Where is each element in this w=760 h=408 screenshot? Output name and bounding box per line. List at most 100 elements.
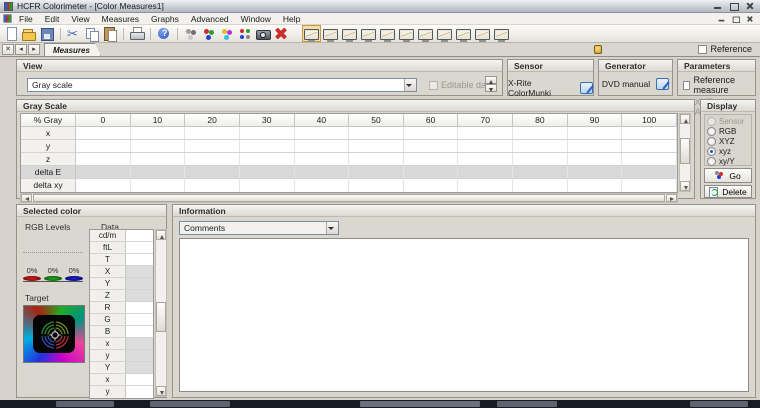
reference-checkbox[interactable] bbox=[698, 44, 708, 54]
grid-cell[interactable] bbox=[403, 153, 459, 165]
gray-scale-vscrollbar[interactable] bbox=[679, 113, 691, 192]
grid-cell[interactable] bbox=[567, 166, 623, 178]
gray-scale-hscrollbar[interactable] bbox=[20, 193, 678, 203]
mdi-close-button[interactable] bbox=[746, 15, 753, 21]
grid-cell[interactable] bbox=[622, 179, 677, 192]
grid-cell[interactable] bbox=[349, 127, 404, 139]
menu-item[interactable]: Measures bbox=[96, 14, 145, 24]
parameter-checkbox[interactable] bbox=[683, 80, 691, 90]
measure-grayscale-button[interactable] bbox=[177, 25, 200, 42]
tab-close-button[interactable]: ✕ bbox=[2, 44, 14, 55]
grid-cell[interactable] bbox=[294, 166, 350, 178]
grid-cell[interactable] bbox=[294, 127, 350, 139]
generator-configure-button[interactable] bbox=[656, 78, 670, 90]
grid-cell[interactable] bbox=[294, 140, 350, 152]
measure-primaries-button[interactable] bbox=[200, 25, 218, 42]
view-dropdown[interactable]: Gray scale bbox=[27, 78, 417, 92]
luminance-view-button[interactable] bbox=[340, 25, 359, 42]
grid-cell[interactable] bbox=[622, 127, 677, 139]
tab-measures[interactable]: Measures bbox=[44, 43, 101, 56]
cie-view-button[interactable] bbox=[397, 25, 416, 42]
satshift-view-button[interactable] bbox=[454, 25, 473, 42]
save-button[interactable] bbox=[38, 25, 56, 42]
print-button[interactable] bbox=[123, 25, 146, 42]
spinner-up-button[interactable] bbox=[485, 76, 497, 84]
grid-cell[interactable] bbox=[458, 127, 514, 139]
data-vscrollbar[interactable] bbox=[155, 229, 167, 397]
grid-cell[interactable] bbox=[403, 127, 459, 139]
menu-item[interactable]: File bbox=[13, 14, 39, 24]
menu-item[interactable]: Window bbox=[235, 14, 277, 24]
grid-cell[interactable] bbox=[130, 140, 186, 152]
measure-secondaries-button[interactable] bbox=[218, 25, 236, 42]
grid-cell[interactable] bbox=[513, 140, 568, 152]
data-row-value[interactable] bbox=[126, 278, 153, 289]
grid-cell[interactable] bbox=[567, 127, 623, 139]
deltae-view-button[interactable] bbox=[435, 25, 454, 42]
copy-button[interactable] bbox=[83, 25, 101, 42]
minimize-button[interactable] bbox=[713, 2, 722, 10]
grid-cell[interactable] bbox=[403, 166, 459, 178]
measures-view-button[interactable] bbox=[302, 25, 321, 42]
scroll-up-button[interactable] bbox=[680, 114, 690, 124]
grid-cell[interactable] bbox=[185, 127, 240, 139]
grid-cell[interactable] bbox=[349, 140, 404, 152]
maximize-button[interactable] bbox=[729, 2, 739, 11]
radio-icon[interactable] bbox=[707, 136, 716, 146]
open-button[interactable] bbox=[20, 25, 38, 42]
grid-cell[interactable] bbox=[622, 140, 677, 152]
3d-view-button[interactable] bbox=[492, 25, 511, 42]
delete-measures-button[interactable] bbox=[272, 25, 290, 42]
grid-cell[interactable] bbox=[403, 140, 459, 152]
grid-cell[interactable] bbox=[130, 153, 186, 165]
grid-cell[interactable] bbox=[567, 140, 623, 152]
taskbar-item[interactable] bbox=[497, 401, 557, 407]
grid-cell[interactable] bbox=[622, 166, 677, 178]
grid-cell[interactable] bbox=[239, 140, 295, 152]
mdi-minimize-button[interactable] bbox=[718, 15, 725, 21]
grid-cell[interactable] bbox=[239, 127, 295, 139]
data-row-value[interactable] bbox=[126, 230, 153, 241]
grid-cell[interactable] bbox=[130, 179, 186, 192]
taskbar-item[interactable] bbox=[360, 401, 480, 407]
menu-item[interactable]: Help bbox=[277, 14, 306, 24]
tab-scroll-left-button[interactable]: ◂ bbox=[15, 44, 27, 55]
sensor-configure-button[interactable] bbox=[580, 82, 593, 94]
spinner-down-button[interactable] bbox=[485, 84, 497, 92]
grid-cell[interactable] bbox=[349, 179, 404, 192]
radio-icon[interactable] bbox=[707, 126, 716, 136]
grid-cell[interactable] bbox=[294, 179, 350, 192]
grid-cell[interactable] bbox=[239, 153, 295, 165]
grid-cell[interactable] bbox=[513, 127, 568, 139]
data-row-value[interactable] bbox=[126, 242, 153, 253]
grid-cell[interactable] bbox=[567, 153, 623, 165]
comments-dropdown[interactable]: Comments bbox=[179, 221, 339, 235]
grid-cell[interactable] bbox=[458, 179, 514, 192]
grid-cell[interactable] bbox=[239, 166, 295, 178]
data-row-value[interactable] bbox=[126, 290, 153, 301]
colortemp-view-button[interactable] bbox=[416, 25, 435, 42]
grid-cell[interactable] bbox=[403, 179, 459, 192]
menu-item[interactable]: View bbox=[65, 14, 95, 24]
mdi-restore-button[interactable] bbox=[732, 15, 740, 23]
data-row-value[interactable] bbox=[126, 386, 153, 398]
contrast-view-button[interactable] bbox=[473, 25, 492, 42]
grid-cell[interactable] bbox=[349, 153, 404, 165]
taskbar-item[interactable] bbox=[56, 401, 114, 407]
new-button[interactable] bbox=[2, 25, 20, 42]
scroll-down-button[interactable] bbox=[156, 386, 166, 396]
grid-cell[interactable] bbox=[76, 153, 131, 165]
tab-scroll-right-button[interactable]: ▸ bbox=[28, 44, 40, 55]
data-row-value[interactable] bbox=[126, 350, 153, 361]
data-row-value[interactable] bbox=[126, 374, 153, 385]
hscroll-thumb[interactable] bbox=[33, 194, 665, 202]
data-row-value[interactable] bbox=[126, 362, 153, 373]
data-row-value[interactable] bbox=[126, 326, 153, 337]
paste-button[interactable] bbox=[101, 25, 119, 42]
grid-cell[interactable] bbox=[239, 179, 295, 192]
data-row-value[interactable] bbox=[126, 266, 153, 277]
grid-cell[interactable] bbox=[513, 166, 568, 178]
grid-cell[interactable] bbox=[622, 153, 677, 165]
grid-cell[interactable] bbox=[76, 166, 131, 178]
snapshot-button[interactable] bbox=[254, 25, 272, 42]
